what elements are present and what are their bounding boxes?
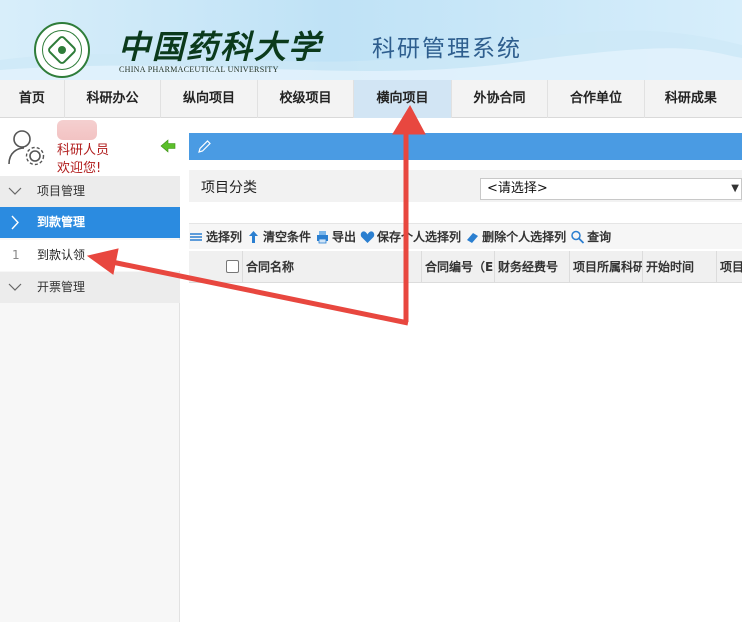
column-header[interactable]: 合同编号（E [421, 251, 494, 283]
eraser-icon [467, 232, 479, 243]
nav-item-vertical-projects[interactable]: 纵向项目 [161, 80, 258, 118]
grid-header: 合同名称 合同编号（E 财务经费号 项目所属科研 开始时间 项目 [189, 251, 742, 283]
sidebar-item-label: 到款认领 [37, 248, 86, 262]
main-content: 项目分类 <请选择> ▼ 选择列 清空条件 导出 保存个人选择列 删除个人选择列 [189, 133, 742, 622]
pencil-icon [198, 140, 211, 153]
nav-item-horizontal-projects[interactable]: 横向项目 [354, 80, 452, 118]
clear-conditions-button[interactable]: 清空条件 [246, 228, 311, 245]
user-role: 科研人员 [57, 143, 110, 158]
printer-icon [317, 230, 329, 243]
top-nav: 首页 科研办公 纵向项目 校级项目 横向项目 外协合同 合作单位 科研成果 [0, 80, 742, 118]
delete-personal-columns-button[interactable]: 删除个人选择列 [465, 228, 566, 245]
sidebar-item-payment-mgmt[interactable]: 到款管理 [0, 207, 180, 238]
project-category-label: 项目分类 [201, 180, 257, 196]
column-header[interactable]: 财务经费号 [494, 251, 569, 283]
university-name-cn: 中国药科大学 [118, 28, 323, 66]
delete-personal-columns-label: 删除个人选择列 [482, 230, 567, 244]
header-banner: 中国药科大学 CHINA PHARMACEUTICAL UNIVERSITY 科… [0, 0, 742, 80]
nav-item-external-contracts[interactable]: 外协合同 [452, 80, 549, 118]
sidebar-item-payment-claim[interactable]: 1 到款认领 [0, 240, 180, 271]
grid-toolbar: 选择列 清空条件 导出 保存个人选择列 删除个人选择列 查询 [189, 223, 742, 249]
sidebar-group-label: 项目管理 [37, 184, 86, 198]
clear-conditions-label: 清空条件 [263, 230, 312, 244]
sidebar-item-label: 到款管理 [37, 215, 86, 229]
chevron-right-icon [11, 215, 19, 230]
search-icon [571, 230, 585, 244]
sidebar-item-index: 1 [12, 248, 20, 262]
user-welcome: 欢迎您! [57, 161, 102, 176]
column-header[interactable]: 合同名称 [242, 251, 421, 283]
chevron-down-icon: ▼ [731, 183, 739, 194]
sidebar: 科研人员 欢迎您! 项目管理 到款管理 1 到款认领 开票管理 [0, 118, 180, 622]
select-columns-button[interactable]: 选择列 [189, 228, 242, 245]
nav-item-partners[interactable]: 合作单位 [548, 80, 645, 118]
chevron-down-icon [8, 283, 22, 291]
university-name-en: CHINA PHARMACEUTICAL UNIVERSITY [119, 65, 279, 74]
column-header[interactable]: 项目所属科研 [569, 251, 642, 283]
redacted-username [57, 120, 97, 140]
nav-item-home[interactable]: 首页 [0, 80, 65, 118]
project-category-select[interactable]: <请选择> ▼ [480, 178, 742, 200]
chevron-down-icon [8, 187, 22, 195]
export-button[interactable]: 导出 [315, 228, 356, 245]
system-title: 科研管理系统 [372, 36, 522, 62]
query-button[interactable]: 查询 [570, 228, 611, 245]
select-value: <请选择> [487, 181, 548, 196]
nav-item-school-projects[interactable]: 校级项目 [258, 80, 355, 118]
university-logo [34, 22, 90, 78]
sidebar-group-label: 开票管理 [37, 280, 86, 294]
nav-item-research-office[interactable]: 科研办公 [65, 80, 162, 118]
collapse-arrow-icon[interactable] [160, 138, 176, 154]
save-personal-columns-label: 保存个人选择列 [377, 230, 462, 244]
sidebar-group-project-mgmt[interactable]: 项目管理 [0, 176, 180, 207]
header-wave-decoration [0, 30, 742, 80]
panel-title-bar [189, 133, 742, 160]
clear-up-arrow-icon [249, 230, 259, 243]
save-personal-columns-button[interactable]: 保存个人选择列 [360, 228, 461, 245]
filter-row: 项目分类 <请选择> ▼ [189, 170, 742, 202]
nav-item-research-results[interactable]: 科研成果 [645, 80, 742, 118]
select-columns-label: 选择列 [206, 230, 243, 244]
sidebar-group-invoice-mgmt[interactable]: 开票管理 [0, 272, 180, 303]
column-header[interactable]: 开始时间 [642, 251, 716, 283]
query-label: 查询 [587, 230, 612, 244]
column-header[interactable]: 项目 [716, 251, 742, 283]
user-panel: 科研人员 欢迎您! [0, 118, 180, 176]
select-all-checkbox[interactable] [226, 260, 239, 273]
export-label: 导出 [332, 230, 357, 244]
heart-icon [360, 230, 375, 243]
columns-icon [190, 232, 202, 241]
user-settings-icon [8, 130, 45, 166]
